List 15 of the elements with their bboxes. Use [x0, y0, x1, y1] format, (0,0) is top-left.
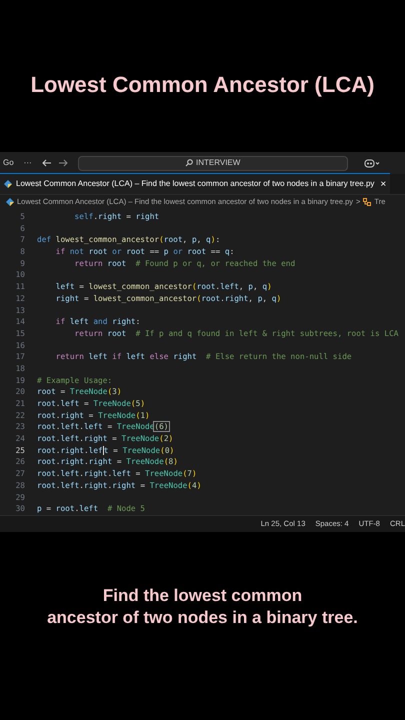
go-menu[interactable]: Go: [3, 157, 14, 169]
close-icon[interactable]: ×: [380, 176, 386, 192]
back-arrow-icon[interactable]: [42, 159, 52, 167]
video-title: Lowest Common Ancestor (LCA): [30, 70, 374, 99]
video-caption: Find the lowest common: [102, 585, 302, 607]
search-icon: [185, 159, 194, 167]
editor-tab[interactable]: Lowest Common Ancestor (LCA) – Find the lowest common ancestor of two nodes in a binary tree.py ×: [0, 173, 390, 194]
forward-arrow-icon[interactable]: [58, 159, 68, 167]
copilot-icon[interactable]: [364, 158, 380, 168]
python-file-icon: [4, 180, 12, 188]
python-file-icon: [6, 198, 14, 206]
search-field[interactable]: INTERVIEW: [78, 156, 348, 170]
video-caption: ancestor of two nodes in a binary tree.: [47, 607, 358, 629]
more-menu[interactable]: ···: [24, 157, 32, 169]
class-symbol-icon: [363, 198, 372, 206]
